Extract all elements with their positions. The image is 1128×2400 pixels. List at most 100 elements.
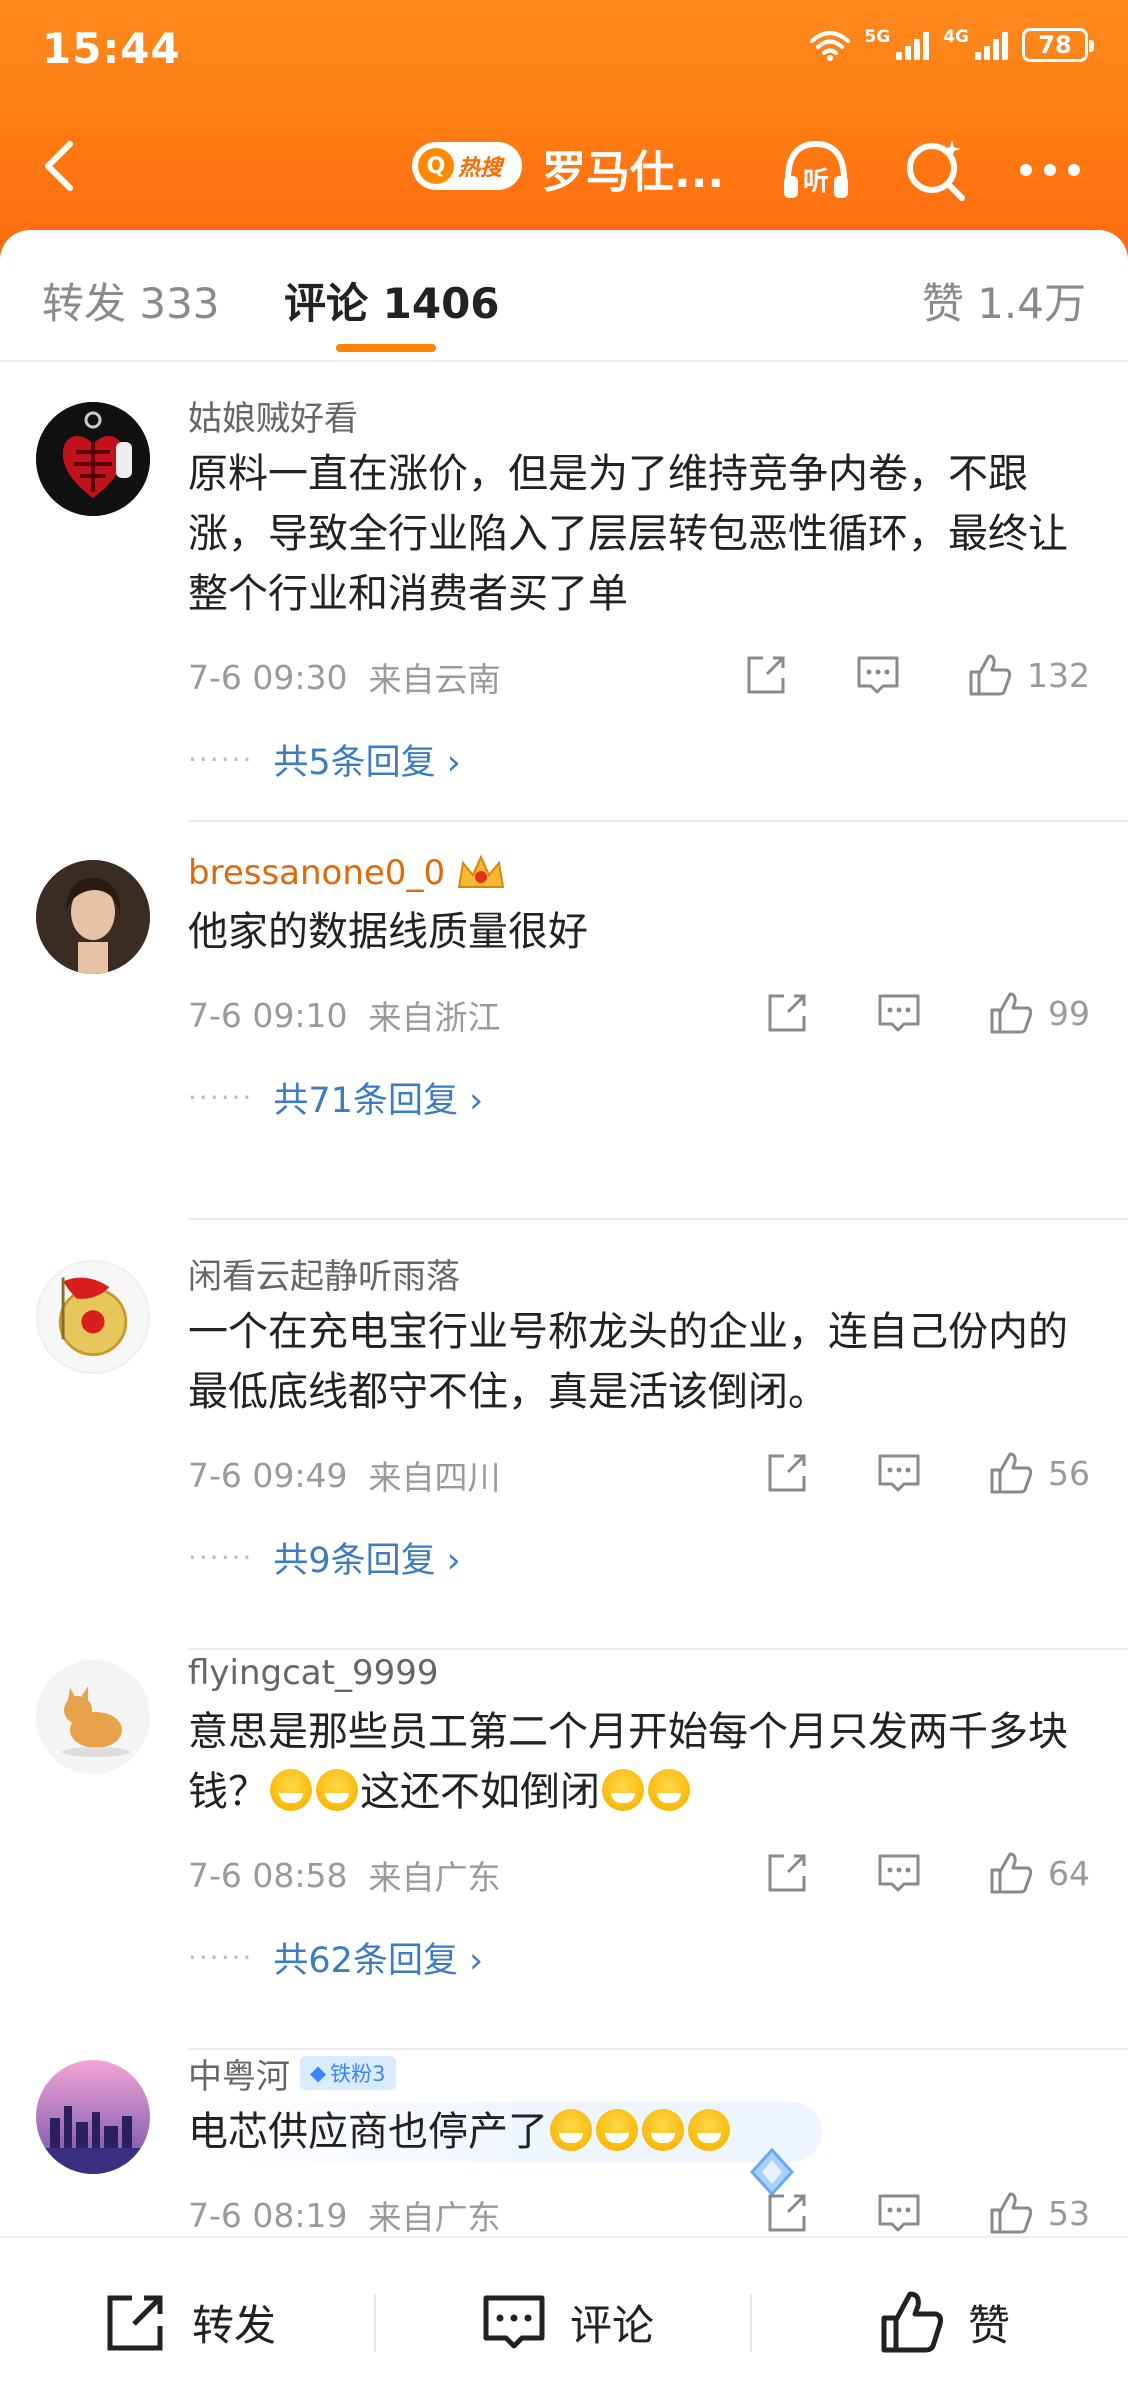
thumbs-up-icon	[881, 2291, 943, 2353]
reply-icon[interactable]	[876, 2190, 922, 2236]
comment-username[interactable]: 中粤河	[188, 2049, 290, 2098]
replies-link[interactable]: 共9条回复 ›	[273, 1532, 460, 1583]
avatar[interactable]	[36, 860, 150, 974]
highlight-bubble: 电芯供应商也停产了	[188, 2102, 822, 2197]
view-replies[interactable]: ······ 共62条回复 ›	[188, 1928, 1090, 1986]
comment-location: 来自四川	[368, 1458, 501, 1497]
share-icon[interactable]	[764, 990, 810, 1036]
bottom-comment-button[interactable]: 评论	[480, 2288, 654, 2356]
comment-username[interactable]: 姑娘贼好看	[188, 390, 1090, 440]
comment-username[interactable]: 闲看云起静听雨落	[188, 1248, 1090, 1298]
comment-username-row: 中粤河 ◆ 铁粉3	[188, 2048, 1090, 2098]
comment-time: 7-6 08:58	[188, 1855, 348, 1895]
tab-bar: 转发 333 评论 1406 赞 1.4万	[0, 230, 1128, 362]
comment-body: 姑娘贼好看 原料一直在涨价，但是为了维持竞争内卷，不跟涨，导致全行业陷入了层层转…	[188, 390, 1090, 788]
like-thumb-icon[interactable]	[967, 652, 1013, 698]
signal-bars-icon	[975, 30, 1008, 60]
reply-icon[interactable]	[855, 652, 901, 698]
grin-emoji-icon	[648, 1769, 690, 1811]
comment-location: 来自浙江	[368, 998, 501, 1037]
status-time: 15:44	[42, 24, 181, 73]
view-replies[interactable]: ······ 共5条回复 ›	[188, 730, 1090, 788]
bottom-separator	[750, 2294, 752, 2352]
content-card: 转发 333 评论 1406 赞 1.4万 姑娘贼好看 原料一直在涨价，但是为了…	[0, 230, 1128, 2400]
page-title[interactable]: 罗马仕...	[542, 136, 724, 200]
wifi-icon	[810, 31, 851, 61]
comment-username[interactable]: bressanone0_0	[188, 853, 445, 893]
reply-icon[interactable]	[876, 990, 922, 1036]
grin-emoji-icon	[642, 2109, 684, 2151]
like-count: 132	[1027, 655, 1090, 695]
system-icons: 5G 4G 78	[810, 27, 1094, 62]
svg-text:听: 听	[803, 167, 829, 197]
comment-time: 7-6 09:49	[188, 1455, 348, 1495]
bottom-like-button[interactable]: 赞	[878, 2288, 1010, 2356]
more-options-icon[interactable]	[1010, 130, 1090, 210]
share-icon[interactable]	[764, 1450, 810, 1496]
bottom-action-bar: 转发 评论 赞	[0, 2236, 1128, 2400]
comment-text: 他家的数据线质量很好	[188, 909, 588, 955]
like-count: 99	[1048, 993, 1090, 1033]
portrait-avatar-icon	[36, 860, 150, 974]
view-replies[interactable]: ······ 共71条回复 ›	[188, 1068, 1090, 1126]
comment-text-part: 这还不如倒闭	[360, 1769, 600, 1815]
listen-headphones-icon[interactable]: 听	[776, 130, 856, 210]
replies-link[interactable]: 共5条回复 ›	[273, 734, 460, 785]
repost-icon	[107, 2295, 163, 2351]
battery-icon: 78	[1022, 28, 1094, 62]
bottom-separator	[374, 2294, 376, 2352]
header: 15:44 5G 4G 78 Q 热搜 罗马仕... 听	[0, 0, 1128, 260]
like-thumb-icon[interactable]	[988, 1450, 1034, 1496]
hot-search-icon: Q	[418, 148, 454, 184]
view-replies[interactable]: ······ 共9条回复 ›	[188, 1528, 1090, 1586]
comment-location: 来自广东	[368, 1858, 501, 1897]
like-thumb-icon[interactable]	[988, 2190, 1034, 2236]
signal-bars-icon	[896, 30, 930, 60]
comment-location: 来自广东	[368, 2198, 501, 2237]
like-count: 64	[1048, 1853, 1090, 1893]
comment-location: 来自云南	[368, 660, 501, 699]
nav-bar: Q 热搜 罗马仕... 听	[0, 118, 1128, 214]
comment-text: 一个在充电宝行业号称龙头的企业，连自己份内的最低底线都守不住，真是活该倒闭。	[188, 1309, 1068, 1415]
like-count: 53	[1048, 2193, 1090, 2233]
search-icon[interactable]	[896, 130, 976, 210]
share-icon[interactable]	[743, 652, 789, 698]
reply-icon[interactable]	[876, 1450, 922, 1496]
comment-body: 中粤河 ◆ 铁粉3 电芯供应商也停产了 7-6 08:19 来自广东 53	[188, 2048, 1090, 2250]
like-thumb-icon[interactable]	[988, 1850, 1034, 1896]
bottom-like-label: 赞	[968, 2300, 1011, 2350]
tab-repost[interactable]: 转发 333	[42, 270, 220, 331]
active-tab-indicator	[336, 344, 436, 352]
avatar[interactable]	[36, 1660, 150, 1774]
grin-emoji-icon	[270, 1769, 312, 1811]
avatar[interactable]	[36, 1260, 150, 1374]
hot-search-badge[interactable]: Q 热搜	[412, 142, 522, 190]
back-arrow-icon[interactable]	[36, 136, 92, 196]
battery-level: 78	[1038, 31, 1072, 59]
share-icon[interactable]	[764, 1850, 810, 1896]
replies-dots: ······	[188, 1540, 254, 1574]
avatar[interactable]	[36, 2060, 150, 2174]
comment-actions: 53	[764, 2190, 1090, 2236]
share-icon[interactable]	[764, 2190, 810, 2236]
grin-emoji-icon	[602, 1769, 644, 1811]
replies-dots: ······	[188, 1080, 254, 1114]
network-4g-label: 4G	[943, 27, 969, 47]
tab-like[interactable]: 赞 1.4万	[922, 270, 1086, 331]
fan-level-badge[interactable]: ◆ 铁粉3	[300, 2056, 396, 2090]
replies-link[interactable]: 共71条回复 ›	[273, 1072, 483, 1123]
cat-avatar-icon	[36, 1660, 150, 1774]
like-thumb-icon[interactable]	[988, 990, 1034, 1036]
replies-dots: ······	[188, 1940, 254, 1974]
comment-username[interactable]: flyingcat_9999	[188, 1648, 1090, 1698]
grin-emoji-icon	[596, 2109, 638, 2151]
crown-vip-icon[interactable]	[455, 853, 507, 893]
reply-icon[interactable]	[876, 1850, 922, 1896]
comment-body: 闲看云起静听雨落 一个在充电宝行业号称龙头的企业，连自己份内的最低底线都守不住，…	[188, 1248, 1090, 1586]
comment-text: 意思是那些员工第二个月开始每个月只发两千多块钱？ 这还不如倒闭	[188, 1702, 1090, 1822]
grin-emoji-icon	[688, 2109, 730, 2151]
avatar[interactable]	[36, 402, 150, 516]
bottom-comment-label: 评论	[570, 2300, 655, 2350]
replies-link[interactable]: 共62条回复 ›	[273, 1932, 483, 1983]
bottom-repost-button[interactable]: 转发	[102, 2288, 276, 2356]
